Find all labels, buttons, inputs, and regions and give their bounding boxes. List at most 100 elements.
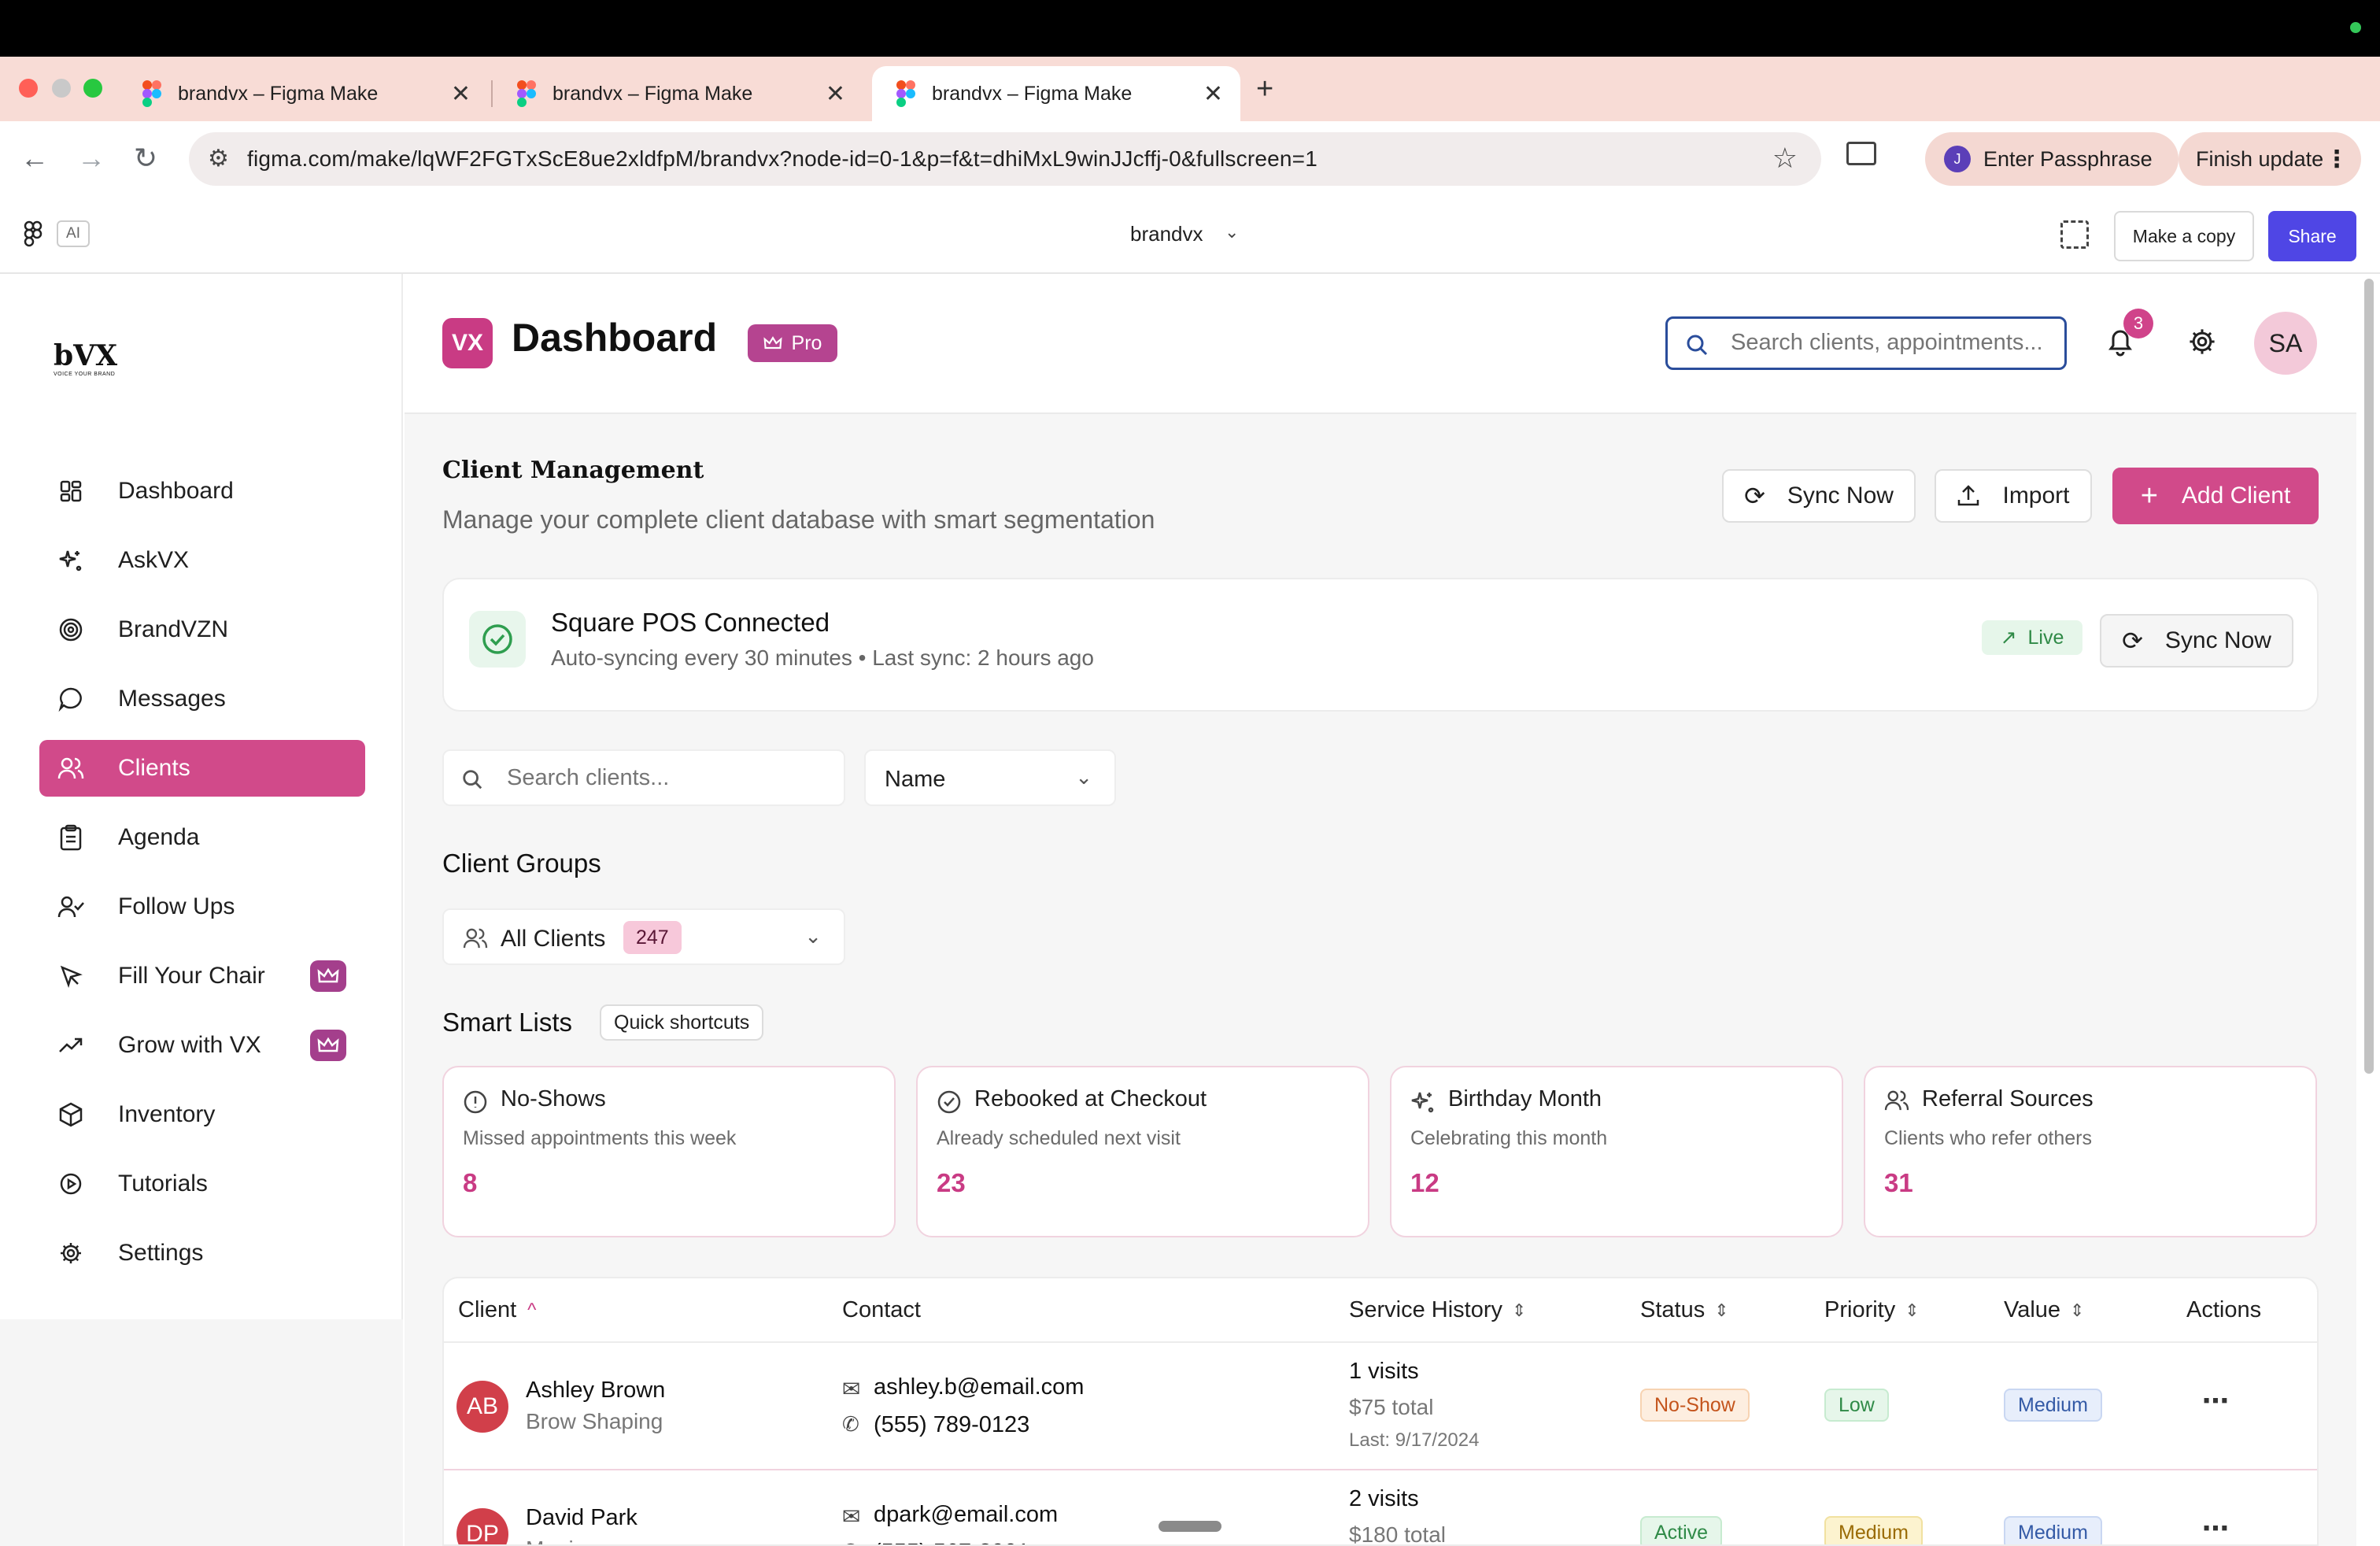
forward-arrow-icon[interactable]: →	[77, 142, 105, 175]
sidebar-item-inventory[interactable]: Inventory	[39, 1086, 365, 1143]
column-header-client[interactable]: Client ^	[458, 1297, 536, 1323]
figma-icon	[516, 80, 537, 107]
more-horizontal-icon[interactable]: ⋯	[2202, 1385, 2229, 1417]
client-group-select[interactable]: All Clients 247 ⌄	[442, 908, 845, 965]
table-row[interactable]: AB Ashley Brown Brow Shaping ✉ ashley.b@…	[444, 1344, 2317, 1470]
chevron-down-icon: ⌄	[804, 924, 822, 948]
close-window-button[interactable]	[19, 79, 38, 98]
close-tab-icon[interactable]: ✕	[826, 80, 845, 108]
smart-list-card-birthday[interactable]: Birthday Month Celebrating this month 12	[1390, 1066, 1843, 1237]
address-bar[interactable]: ⚙ figma.com/make/lqWF2FGTxScE8ue2xldfpM/…	[189, 132, 1821, 186]
import-button[interactable]: Import	[1935, 469, 2092, 523]
client-total: $180 total	[1349, 1522, 1446, 1546]
tab-search-icon[interactable]	[1846, 142, 1876, 165]
client-email[interactable]: dpark@email.com	[874, 1502, 1058, 1528]
check-circle-icon	[469, 611, 526, 668]
vx-logo: VX	[442, 318, 493, 368]
back-arrow-icon[interactable]: ←	[20, 142, 49, 175]
code-view-icon[interactable]	[2060, 220, 2089, 249]
sidebar-item-agenda[interactable]: Agenda	[39, 809, 365, 866]
sidebar-item-askvx[interactable]: AskVX	[39, 532, 365, 589]
finish-update-label: Finish update	[2196, 146, 2324, 171]
sidebar-item-dashboard[interactable]: Dashboard	[39, 463, 365, 520]
sidebar-item-grow-with-vx[interactable]: Grow with VX	[39, 1017, 365, 1074]
finish-update-button[interactable]: Finish update ⋮	[2179, 132, 2361, 186]
enter-passphrase-button[interactable]: J Enter Passphrase	[1925, 132, 2179, 186]
global-search-input[interactable]	[1665, 316, 2067, 370]
column-header-status[interactable]: Status ⇕	[1640, 1297, 1729, 1323]
site-settings-icon[interactable]: ⚙	[208, 145, 229, 172]
logo-tagline: VOICE YOUR BRAND	[54, 372, 116, 377]
figma-logo-icon[interactable]	[24, 220, 42, 253]
users-icon	[55, 753, 87, 784]
sort-select[interactable]: Name ⌄	[864, 749, 1116, 806]
client-phone[interactable]: (555) 567-8901	[874, 1540, 1029, 1544]
project-name[interactable]: brandvx	[1130, 222, 1203, 246]
sidebar-item-settings[interactable]: Settings	[39, 1225, 365, 1282]
drag-handle[interactable]	[1159, 1521, 1221, 1532]
section-subtitle: Manage your complete client database wit…	[442, 505, 1155, 534]
brand-logo[interactable]: bVX VOICE YOUR BRAND	[54, 340, 126, 384]
gear-icon[interactable]	[2188, 327, 2216, 360]
more-horizontal-icon[interactable]: ⋯	[2202, 1513, 2229, 1544]
sidebar-item-label: Grow with VX	[118, 1032, 261, 1058]
sidebar-item-messages[interactable]: Messages	[39, 671, 365, 727]
more-vertical-icon[interactable]: ⋮	[2325, 146, 2349, 173]
scrollbar-thumb[interactable]	[2364, 279, 2374, 1074]
sidebar-item-brandvzn[interactable]: BrandVZN	[39, 601, 365, 658]
sidebar-item-label: Messages	[118, 686, 226, 712]
close-tab-icon[interactable]: ✕	[1203, 80, 1223, 108]
client-email[interactable]: ashley.b@email.com	[874, 1374, 1084, 1400]
browser-tab[interactable]: brandvx – Figma Make ✕	[118, 66, 488, 121]
reload-icon[interactable]: ↻	[134, 142, 157, 175]
pro-badge: Pro	[748, 324, 837, 362]
smart-list-card-referrals[interactable]: Referral Sources Clients who refer other…	[1864, 1066, 2317, 1237]
add-client-button[interactable]: + Add Client	[2112, 468, 2319, 524]
bookmark-star-icon[interactable]: ☆	[1772, 142, 1798, 175]
make-copy-button[interactable]: Make a copy	[2114, 211, 2254, 261]
browser-tab-active[interactable]: brandvx – Figma Make ✕	[872, 66, 1240, 121]
sort-icon: ⇕	[1512, 1300, 1527, 1320]
column-header-value[interactable]: Value ⇕	[2004, 1297, 2084, 1323]
smart-list-count: 23	[937, 1168, 966, 1197]
sidebar-item-label: AskVX	[118, 547, 190, 573]
user-avatar[interactable]: SA	[2254, 312, 2317, 375]
column-label: Service History	[1349, 1297, 1502, 1322]
new-tab-icon[interactable]: +	[1256, 72, 1273, 106]
mail-icon: ✉	[842, 1377, 861, 1401]
smart-list-subtitle: Celebrating this month	[1410, 1127, 1608, 1149]
column-header-priority[interactable]: Priority ⇕	[1824, 1297, 1920, 1323]
pos-subtitle: Auto-syncing every 30 minutes • Last syn…	[551, 645, 1094, 670]
users-icon	[1884, 1090, 1909, 1111]
minimize-window-button[interactable]	[52, 79, 71, 98]
smart-list-card-no-shows[interactable]: No-Shows Missed appointments this week 8	[442, 1066, 896, 1237]
column-header-service-history[interactable]: Service History ⇕	[1349, 1297, 1526, 1323]
close-tab-icon[interactable]: ✕	[451, 80, 471, 108]
smart-list-title: Referral Sources	[1922, 1086, 2094, 1111]
client-search-input[interactable]	[442, 749, 845, 806]
sidebar-item-follow-ups[interactable]: Follow Ups	[39, 878, 365, 935]
column-label: Status	[1640, 1297, 1706, 1322]
upload-icon	[1958, 485, 1979, 506]
sidebar-item-fill-your-chair[interactable]: Fill Your Chair	[39, 948, 365, 1004]
chevron-down-icon[interactable]: ⌄	[1225, 222, 1239, 242]
client-search-field[interactable]	[507, 765, 830, 791]
group-count-badge: 247	[623, 921, 682, 954]
maximize-window-button[interactable]	[83, 79, 102, 98]
sync-now-button[interactable]: ⟳ Sync Now	[1722, 469, 1916, 523]
pos-sync-now-button[interactable]: ⟳ Sync Now	[2100, 614, 2293, 668]
live-badge: ↗ Live	[1982, 620, 2082, 655]
client-phone[interactable]: (555) 789-0123	[874, 1412, 1029, 1438]
smart-list-card-rebooked[interactable]: Rebooked at Checkout Already scheduled n…	[916, 1066, 1369, 1237]
sidebar-item-clients[interactable]: Clients	[39, 740, 365, 797]
client-name: Ashley Brown	[526, 1378, 666, 1403]
priority-badge: Low	[1824, 1389, 1889, 1422]
client-total: $75 total	[1349, 1395, 1434, 1419]
sidebar-item-tutorials[interactable]: Tutorials	[39, 1156, 365, 1212]
table-row[interactable]: DP David Park Manicure ✉ dpark@email.com…	[444, 1472, 2317, 1546]
share-button[interactable]: Share	[2268, 211, 2356, 261]
user-check-icon	[55, 891, 87, 923]
global-search-field[interactable]	[1731, 330, 2053, 356]
browser-tab[interactable]: brandvx – Figma Make ✕	[493, 66, 863, 121]
alert-circle-icon	[464, 1090, 487, 1114]
